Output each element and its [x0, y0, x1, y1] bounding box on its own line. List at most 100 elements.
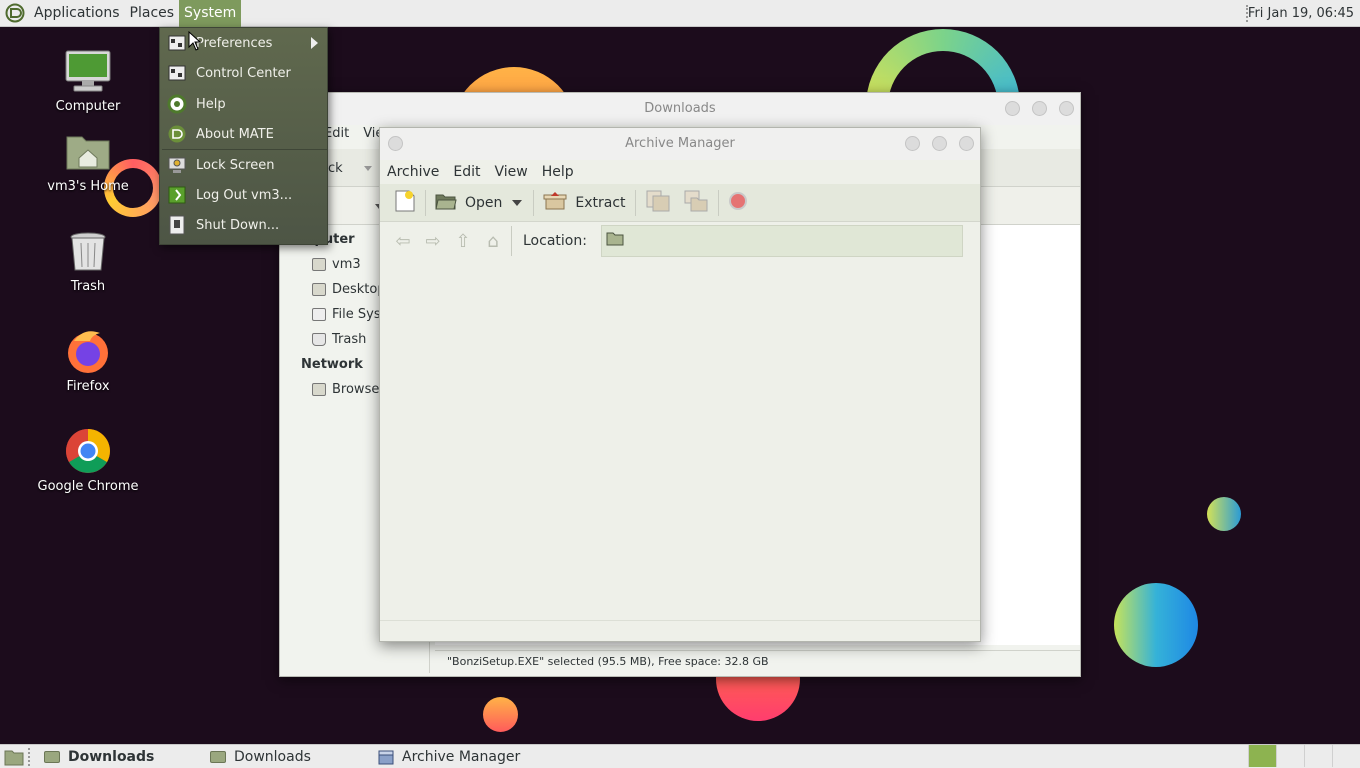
desktop-folder-icon [312, 283, 326, 296]
show-desktop-icon[interactable] [4, 748, 24, 766]
downloads-titlebar[interactable]: Downloads [280, 93, 1080, 125]
minimize-button[interactable] [905, 136, 920, 151]
control-center-icon [167, 63, 187, 83]
status-bar: "BonziSetup.EXE" selected (95.5 MB), Fre… [435, 650, 1080, 672]
desktop-icon-label: vm3's Home [47, 179, 129, 194]
taskbar-item-downloads[interactable]: Downloads [36, 745, 202, 768]
open-button[interactable]: Open [429, 188, 508, 218]
workspace-3[interactable] [1304, 745, 1332, 767]
mate-icon [167, 124, 187, 144]
mouse-cursor-icon [188, 30, 202, 51]
menu-item-log-out[interactable]: Log Out vm3... [160, 180, 327, 210]
desktop-icon-label: Trash [70, 279, 106, 294]
menu-places[interactable]: Places [125, 0, 180, 27]
workspace-switcher [1248, 745, 1360, 768]
home-icon[interactable]: ⌂ [478, 226, 508, 256]
menu-archive[interactable]: Archive [380, 160, 446, 184]
shutdown-icon [167, 215, 187, 235]
menu-item-label: Control Center [196, 65, 291, 81]
open-button-label: Open [465, 194, 503, 211]
workspace-1[interactable] [1248, 745, 1276, 767]
open-dropdown-chevron-icon[interactable] [512, 199, 523, 206]
desktop-icon-computer[interactable]: Computer [33, 47, 143, 114]
extract-button-label: Extract [575, 194, 626, 211]
maximize-button[interactable] [932, 136, 947, 151]
workspace-2[interactable] [1276, 745, 1304, 767]
archive-file-list[interactable] [380, 262, 980, 618]
trash-icon [64, 227, 112, 275]
menu-item-label: Help [196, 96, 226, 112]
archive-menubar: Archive Edit View Help [380, 160, 980, 184]
menu-system[interactable]: System [179, 0, 242, 27]
lock-icon [167, 155, 187, 175]
menu-item-about-mate[interactable]: About MATE [160, 119, 327, 149]
location-field[interactable] [600, 225, 963, 257]
close-button[interactable] [959, 136, 974, 151]
desktop-icon-chrome[interactable]: Google Chrome [33, 427, 143, 494]
new-archive-button[interactable] [388, 188, 422, 218]
menu-item-label: Lock Screen [196, 157, 275, 173]
add-files-icon [645, 189, 671, 217]
archive-titlebar[interactable]: Archive Manager [380, 128, 980, 160]
desktop-icon-home[interactable]: vm3's Home [33, 127, 143, 194]
computer-icon [64, 47, 112, 95]
workspace-4[interactable] [1332, 745, 1360, 767]
sidebar-item-trash[interactable]: Trash [312, 332, 366, 347]
stop-button[interactable] [722, 188, 754, 218]
window-menu-button[interactable] [388, 136, 403, 151]
menu-item-control-center[interactable]: Control Center [160, 58, 327, 88]
clock[interactable]: Fri Jan 19, 06:45 [1248, 0, 1354, 27]
sidebar-item-browse-network[interactable]: Browse [312, 382, 379, 397]
sidebar-item-label: Desktop [332, 282, 386, 297]
home-folder-icon [312, 258, 326, 271]
chrome-icon [64, 427, 112, 475]
menu-view[interactable]: View [488, 160, 535, 184]
extract-button[interactable]: Extract [537, 188, 631, 218]
forward-arrow-icon[interactable]: ⇨ [418, 226, 448, 256]
menu-item-help[interactable]: Help [160, 89, 327, 119]
back-arrow-icon[interactable]: ⇦ [388, 226, 418, 256]
stop-icon [728, 191, 748, 215]
open-folder-icon [435, 192, 457, 214]
folder-icon [210, 750, 226, 763]
menu-help[interactable]: Help [535, 160, 581, 184]
firefox-icon [64, 327, 112, 375]
chevron-down-icon[interactable] [364, 166, 372, 171]
add-folder-button[interactable] [677, 188, 715, 218]
menu-edit[interactable]: Edit [446, 160, 487, 184]
decor-circle [483, 697, 518, 732]
panel-grip[interactable] [28, 747, 32, 766]
decor-circle [1207, 497, 1241, 531]
sidebar-item-vm3[interactable]: vm3 [312, 257, 361, 272]
menu-item-shut-down[interactable]: Shut Down... [160, 210, 327, 240]
menu-item-label: Shut Down... [196, 217, 280, 233]
trash-icon [312, 333, 326, 346]
sidebar-item-desktop[interactable]: Desktop [312, 282, 386, 297]
archive-toolbar: Open Extract [380, 184, 980, 222]
menu-applications[interactable]: Applications [29, 0, 125, 27]
menu-item-lock-screen[interactable]: Lock Screen [160, 150, 327, 180]
new-document-icon [394, 189, 416, 217]
close-button[interactable] [1059, 101, 1074, 116]
top-panel: Applications Places System Fri Jan 19, 0… [0, 0, 1360, 27]
minimize-button[interactable] [1005, 101, 1020, 116]
taskbar-item-downloads[interactable]: Downloads [202, 745, 370, 768]
add-files-button[interactable] [639, 188, 677, 218]
taskbar-item-archive-manager[interactable]: Archive Manager [370, 745, 570, 768]
folder-icon [606, 232, 624, 250]
toolbar-separator [717, 189, 719, 216]
archive-statusbar [380, 620, 980, 641]
preferences-icon [167, 33, 187, 53]
desktop-icon-trash[interactable]: Trash [33, 227, 143, 294]
desktop-icon-label: Computer [55, 99, 121, 114]
up-arrow-icon[interactable]: ⇧ [448, 226, 478, 256]
add-folder-icon [683, 189, 709, 217]
maximize-button[interactable] [1032, 101, 1047, 116]
sidebar-item-filesystem[interactable]: File Syst [312, 307, 386, 322]
network-icon [312, 383, 326, 396]
desktop-icon-firefox[interactable]: Firefox [33, 327, 143, 394]
mate-logo-icon[interactable] [5, 3, 25, 23]
help-icon [167, 94, 187, 114]
taskbar-item-label: Downloads [68, 748, 155, 765]
menu-item-preferences[interactable]: Preferences [160, 28, 327, 58]
